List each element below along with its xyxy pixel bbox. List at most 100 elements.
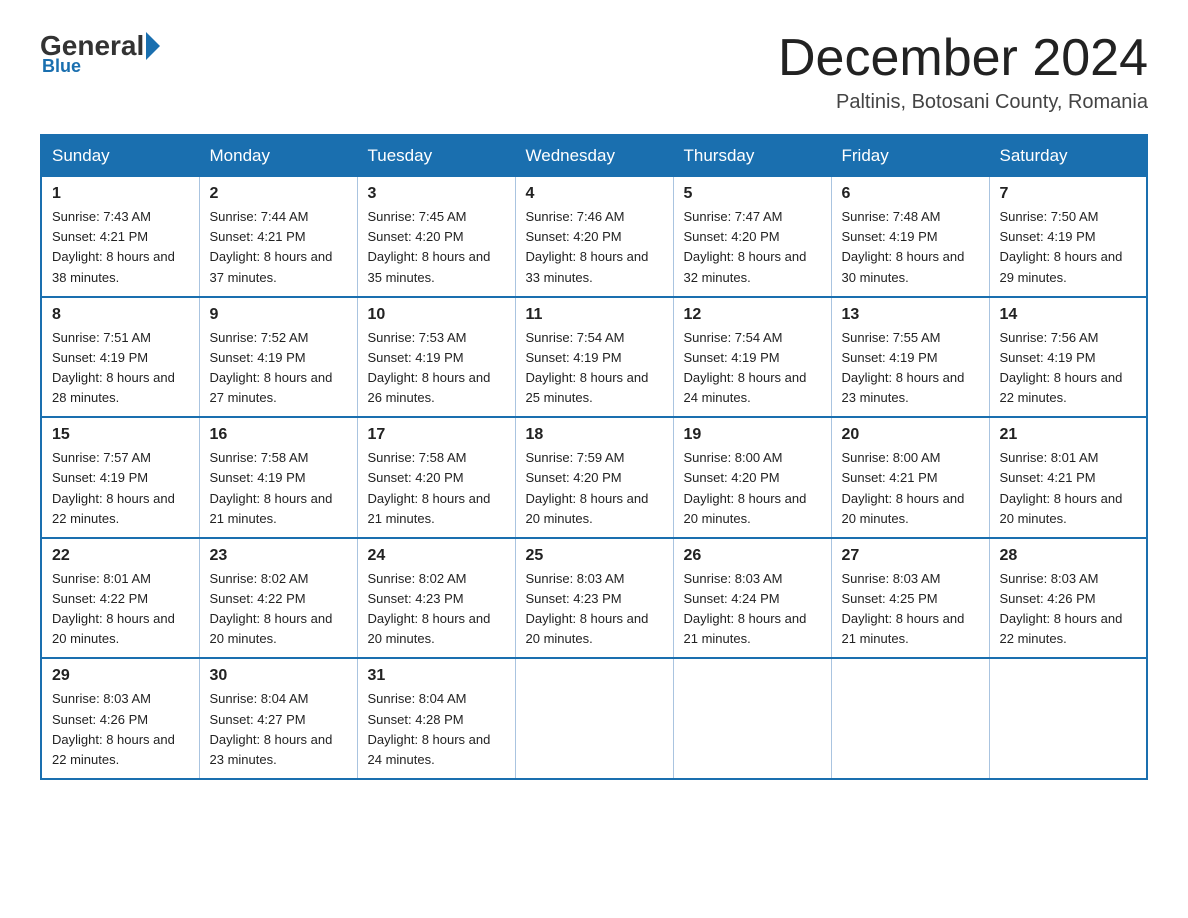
- day-info: Sunrise: 8:03 AMSunset: 4:23 PMDaylight:…: [526, 571, 649, 646]
- calendar-cell: 6 Sunrise: 7:48 AMSunset: 4:19 PMDayligh…: [831, 177, 989, 297]
- day-number: 13: [842, 306, 979, 324]
- calendar-cell: 19 Sunrise: 8:00 AMSunset: 4:20 PMDaylig…: [673, 417, 831, 538]
- calendar-cell: 29 Sunrise: 8:03 AMSunset: 4:26 PMDaylig…: [41, 658, 199, 779]
- day-number: 7: [1000, 185, 1137, 203]
- day-info: Sunrise: 8:03 AMSunset: 4:26 PMDaylight:…: [1000, 571, 1123, 646]
- calendar-cell: 18 Sunrise: 7:59 AMSunset: 4:20 PMDaylig…: [515, 417, 673, 538]
- day-info: Sunrise: 8:00 AMSunset: 4:20 PMDaylight:…: [684, 450, 807, 525]
- calendar-cell: 15 Sunrise: 7:57 AMSunset: 4:19 PMDaylig…: [41, 417, 199, 538]
- day-info: Sunrise: 7:47 AMSunset: 4:20 PMDaylight:…: [684, 209, 807, 284]
- calendar-cell: 30 Sunrise: 8:04 AMSunset: 4:27 PMDaylig…: [199, 658, 357, 779]
- day-number: 27: [842, 547, 979, 565]
- day-number: 4: [526, 185, 663, 203]
- logo-blue-text: Blue: [42, 56, 81, 77]
- day-number: 16: [210, 426, 347, 444]
- title-block: December 2024 Paltinis, Botosani County,…: [778, 30, 1148, 114]
- day-info: Sunrise: 8:03 AMSunset: 4:26 PMDaylight:…: [52, 691, 175, 766]
- header-monday: Monday: [199, 135, 357, 177]
- day-number: 3: [368, 185, 505, 203]
- day-number: 10: [368, 306, 505, 324]
- day-number: 25: [526, 547, 663, 565]
- calendar-cell: 26 Sunrise: 8:03 AMSunset: 4:24 PMDaylig…: [673, 538, 831, 659]
- day-info: Sunrise: 7:45 AMSunset: 4:20 PMDaylight:…: [368, 209, 491, 284]
- calendar-cell: 14 Sunrise: 7:56 AMSunset: 4:19 PMDaylig…: [989, 297, 1147, 418]
- calendar-cell: 9 Sunrise: 7:52 AMSunset: 4:19 PMDayligh…: [199, 297, 357, 418]
- calendar-cell: 20 Sunrise: 8:00 AMSunset: 4:21 PMDaylig…: [831, 417, 989, 538]
- day-info: Sunrise: 7:51 AMSunset: 4:19 PMDaylight:…: [52, 330, 175, 405]
- day-number: 24: [368, 547, 505, 565]
- day-info: Sunrise: 7:54 AMSunset: 4:19 PMDaylight:…: [684, 330, 807, 405]
- day-info: Sunrise: 7:53 AMSunset: 4:19 PMDaylight:…: [368, 330, 491, 405]
- calendar-cell: 1 Sunrise: 7:43 AMSunset: 4:21 PMDayligh…: [41, 177, 199, 297]
- day-info: Sunrise: 8:00 AMSunset: 4:21 PMDaylight:…: [842, 450, 965, 525]
- day-info: Sunrise: 7:57 AMSunset: 4:19 PMDaylight:…: [52, 450, 175, 525]
- header-wednesday: Wednesday: [515, 135, 673, 177]
- calendar-cell: 8 Sunrise: 7:51 AMSunset: 4:19 PMDayligh…: [41, 297, 199, 418]
- day-info: Sunrise: 7:50 AMSunset: 4:19 PMDaylight:…: [1000, 209, 1123, 284]
- day-number: 2: [210, 185, 347, 203]
- day-info: Sunrise: 7:43 AMSunset: 4:21 PMDaylight:…: [52, 209, 175, 284]
- calendar-cell: 27 Sunrise: 8:03 AMSunset: 4:25 PMDaylig…: [831, 538, 989, 659]
- logo-triangle-icon: [146, 32, 160, 60]
- calendar-week-row: 29 Sunrise: 8:03 AMSunset: 4:26 PMDaylig…: [41, 658, 1147, 779]
- day-number: 17: [368, 426, 505, 444]
- day-info: Sunrise: 8:02 AMSunset: 4:23 PMDaylight:…: [368, 571, 491, 646]
- day-number: 31: [368, 667, 505, 685]
- calendar-header-row: Sunday Monday Tuesday Wednesday Thursday…: [41, 135, 1147, 177]
- day-info: Sunrise: 7:56 AMSunset: 4:19 PMDaylight:…: [1000, 330, 1123, 405]
- calendar-cell: 16 Sunrise: 7:58 AMSunset: 4:19 PMDaylig…: [199, 417, 357, 538]
- day-number: 23: [210, 547, 347, 565]
- day-number: 8: [52, 306, 189, 324]
- day-number: 18: [526, 426, 663, 444]
- day-info: Sunrise: 7:52 AMSunset: 4:19 PMDaylight:…: [210, 330, 333, 405]
- calendar-cell: 28 Sunrise: 8:03 AMSunset: 4:26 PMDaylig…: [989, 538, 1147, 659]
- page-header: General Blue December 2024 Paltinis, Bot…: [40, 30, 1148, 114]
- day-number: 1: [52, 185, 189, 203]
- month-year-title: December 2024: [778, 30, 1148, 87]
- day-number: 19: [684, 426, 821, 444]
- calendar-cell: 4 Sunrise: 7:46 AMSunset: 4:20 PMDayligh…: [515, 177, 673, 297]
- header-saturday: Saturday: [989, 135, 1147, 177]
- day-info: Sunrise: 7:44 AMSunset: 4:21 PMDaylight:…: [210, 209, 333, 284]
- calendar-cell: 17 Sunrise: 7:58 AMSunset: 4:20 PMDaylig…: [357, 417, 515, 538]
- header-sunday: Sunday: [41, 135, 199, 177]
- calendar-cell: 11 Sunrise: 7:54 AMSunset: 4:19 PMDaylig…: [515, 297, 673, 418]
- day-number: 28: [1000, 547, 1137, 565]
- calendar-cell: [673, 658, 831, 779]
- calendar-cell: 13 Sunrise: 7:55 AMSunset: 4:19 PMDaylig…: [831, 297, 989, 418]
- location-subtitle: Paltinis, Botosani County, Romania: [778, 91, 1148, 114]
- day-number: 5: [684, 185, 821, 203]
- day-number: 15: [52, 426, 189, 444]
- day-info: Sunrise: 7:58 AMSunset: 4:19 PMDaylight:…: [210, 450, 333, 525]
- day-info: Sunrise: 8:03 AMSunset: 4:25 PMDaylight:…: [842, 571, 965, 646]
- day-number: 14: [1000, 306, 1137, 324]
- calendar-cell: [989, 658, 1147, 779]
- day-number: 21: [1000, 426, 1137, 444]
- day-number: 26: [684, 547, 821, 565]
- calendar-cell: [515, 658, 673, 779]
- day-info: Sunrise: 7:54 AMSunset: 4:19 PMDaylight:…: [526, 330, 649, 405]
- calendar-cell: 5 Sunrise: 7:47 AMSunset: 4:20 PMDayligh…: [673, 177, 831, 297]
- day-info: Sunrise: 7:55 AMSunset: 4:19 PMDaylight:…: [842, 330, 965, 405]
- day-info: Sunrise: 8:01 AMSunset: 4:22 PMDaylight:…: [52, 571, 175, 646]
- calendar-cell: 3 Sunrise: 7:45 AMSunset: 4:20 PMDayligh…: [357, 177, 515, 297]
- calendar-cell: 23 Sunrise: 8:02 AMSunset: 4:22 PMDaylig…: [199, 538, 357, 659]
- day-number: 29: [52, 667, 189, 685]
- calendar-week-row: 22 Sunrise: 8:01 AMSunset: 4:22 PMDaylig…: [41, 538, 1147, 659]
- day-info: Sunrise: 7:58 AMSunset: 4:20 PMDaylight:…: [368, 450, 491, 525]
- calendar-cell: 7 Sunrise: 7:50 AMSunset: 4:19 PMDayligh…: [989, 177, 1147, 297]
- day-number: 11: [526, 306, 663, 324]
- calendar-cell: [831, 658, 989, 779]
- logo: General Blue: [40, 30, 162, 77]
- calendar-cell: 12 Sunrise: 7:54 AMSunset: 4:19 PMDaylig…: [673, 297, 831, 418]
- calendar-cell: 22 Sunrise: 8:01 AMSunset: 4:22 PMDaylig…: [41, 538, 199, 659]
- day-number: 30: [210, 667, 347, 685]
- header-thursday: Thursday: [673, 135, 831, 177]
- day-number: 6: [842, 185, 979, 203]
- calendar-week-row: 1 Sunrise: 7:43 AMSunset: 4:21 PMDayligh…: [41, 177, 1147, 297]
- calendar-cell: 21 Sunrise: 8:01 AMSunset: 4:21 PMDaylig…: [989, 417, 1147, 538]
- calendar-week-row: 8 Sunrise: 7:51 AMSunset: 4:19 PMDayligh…: [41, 297, 1147, 418]
- day-number: 20: [842, 426, 979, 444]
- calendar-cell: 24 Sunrise: 8:02 AMSunset: 4:23 PMDaylig…: [357, 538, 515, 659]
- day-info: Sunrise: 8:04 AMSunset: 4:27 PMDaylight:…: [210, 691, 333, 766]
